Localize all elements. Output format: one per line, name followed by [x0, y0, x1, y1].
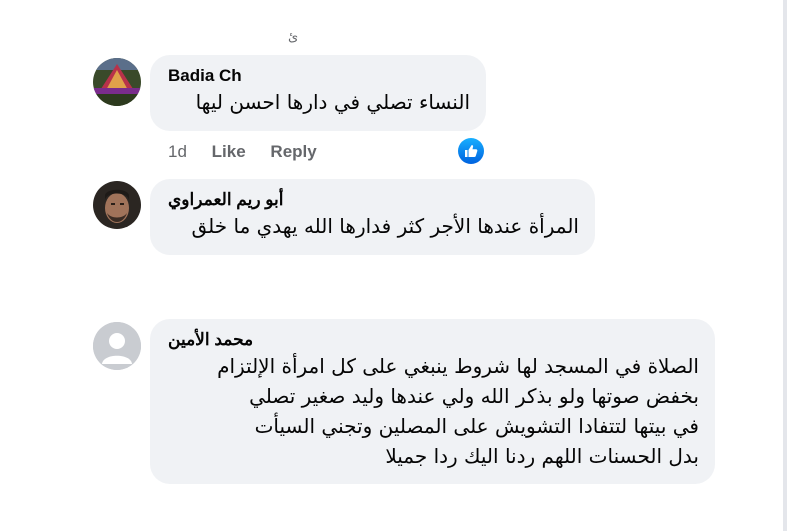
comment-bubble: أبو ريم العمراوي المرأة عندها الأجر كثر … — [150, 179, 595, 255]
comment-author[interactable]: Badia Ch — [168, 65, 470, 87]
reply-button[interactable]: Reply — [270, 142, 316, 161]
comment-text-line: الصلاة في المسجد لها شروط ينبغي على كل ا… — [217, 354, 699, 378]
comment-bubble: Badia Ch النساء تصلي في دارها احسن ليها — [150, 55, 486, 131]
comment-actions: 1d Like Reply — [168, 142, 337, 162]
avatar[interactable] — [93, 58, 141, 106]
comment-author[interactable]: محمد الأمين — [168, 329, 699, 351]
comment-text: المرأة عندها الأجر كثر فدارها الله يهدي … — [191, 214, 579, 238]
avatar[interactable] — [93, 181, 141, 229]
comment-text-line: في بيتها لتتفادا التشويش على المصلين وتج… — [254, 414, 699, 438]
comment-timestamp: 1d — [168, 142, 187, 161]
scrolled-text-fragment: ئ — [288, 30, 299, 44]
comment-bubble: محمد الأمين الصلاة في المسجد لها شروط ين… — [150, 319, 715, 484]
like-icon[interactable] — [458, 138, 484, 164]
scrollbar-track[interactable] — [783, 0, 787, 531]
comment-text-line: بخفض صوتها ولو بذكر الله ولي عندها وليد … — [249, 384, 699, 408]
like-button[interactable]: Like — [212, 142, 246, 161]
avatar[interactable] — [93, 322, 141, 370]
comment-author[interactable]: أبو ريم العمراوي — [168, 189, 579, 211]
comment-text: النساء تصلي في دارها احسن ليها — [195, 90, 470, 114]
comment-text-line: بدل الحسنات اللهم ردنا اليك ردا جميلا — [385, 444, 699, 468]
